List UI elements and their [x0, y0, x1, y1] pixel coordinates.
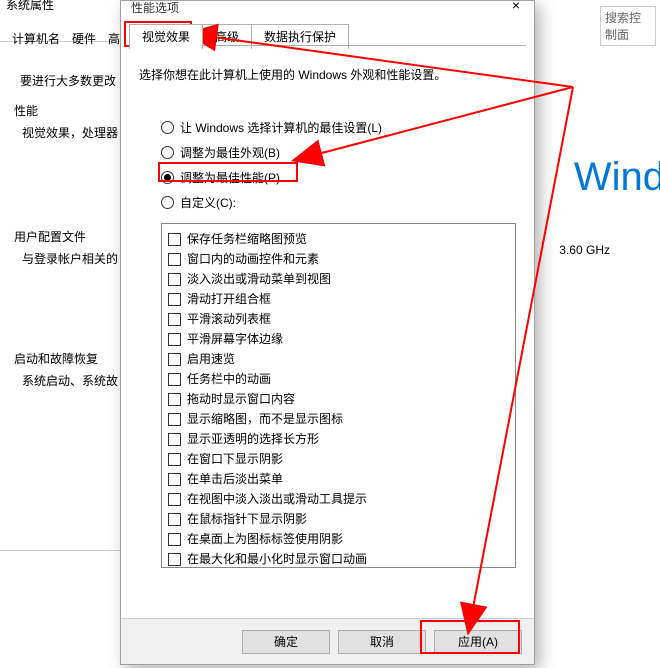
radio-group: 让 Windows 选择计算机的最佳设置(L) 调整为最佳外观(B) 调整为最佳性能… — [161, 111, 382, 219]
button-bar: 确定 取消 应用(A) — [121, 618, 534, 664]
radio-icon — [161, 171, 174, 184]
checkbox-row-10[interactable]: 显示亚透明的选择长方形 — [168, 430, 509, 448]
windows-brand-text: Wind — [574, 155, 660, 200]
checkbox-row-7[interactable]: 任务栏中的动画 — [168, 370, 509, 388]
search-input[interactable]: 搜索控制面 — [600, 6, 656, 46]
radio-icon — [161, 196, 174, 209]
close-icon[interactable]: × — [502, 0, 530, 17]
checkbox-icon — [168, 233, 181, 246]
checkbox-icon — [168, 493, 181, 506]
checkbox-label: 显示缩略图，而不是显示图标 — [187, 410, 343, 428]
bg-tab-hardware[interactable]: 硬件 — [72, 30, 96, 47]
bg-titlebar: 系统属性 — [6, 0, 54, 13]
radio-icon — [161, 146, 174, 159]
radio-icon — [161, 121, 174, 134]
checkbox-icon — [168, 253, 181, 266]
checkbox-label: 平滑滚动列表框 — [187, 310, 271, 328]
checkbox-row-8[interactable]: 拖动时显示窗口内容 — [168, 390, 509, 408]
divider — [0, 550, 120, 551]
checkbox-row-0[interactable]: 保存任务栏缩略图预览 — [168, 230, 509, 248]
checkbox-icon — [168, 313, 181, 326]
bg-user-sub: 与登录帐户相关的 — [22, 250, 118, 267]
checkbox-label: 在视图中淡入淡出或滑动工具提示 — [187, 490, 367, 508]
dialog-description: 选择你想在此计算机上使用的 Windows 外观和性能设置。 — [139, 66, 446, 83]
checkbox-label: 任务栏中的动画 — [187, 370, 271, 388]
checkbox-row-14[interactable]: 在鼠标指针下显示阴影 — [168, 510, 509, 528]
radio-option-0[interactable]: 让 Windows 选择计算机的最佳设置(L) — [161, 119, 382, 136]
checkbox-label: 拖动时显示窗口内容 — [187, 390, 295, 408]
bg-perf-sub: 视觉效果，处理器 — [22, 124, 118, 141]
checkbox-row-2[interactable]: 淡入淡出或滑动菜单到视图 — [168, 270, 509, 288]
radio-option-3[interactable]: 自定义(C): — [161, 194, 382, 211]
checkbox-row-9[interactable]: 显示缩略图，而不是显示图标 — [168, 410, 509, 428]
radio-label: 让 Windows 选择计算机的最佳设置(L) — [180, 119, 382, 136]
checkbox-row-3[interactable]: 滑动打开组合框 — [168, 290, 509, 308]
checkbox-label: 在桌面上为图标标签使用阴影 — [187, 530, 343, 548]
checkbox-label: 淡入淡出或滑动菜单到视图 — [187, 270, 331, 288]
checkbox-icon — [168, 353, 181, 366]
checkbox-row-16[interactable]: 在最大化和最小化时显示窗口动画 — [168, 550, 509, 568]
radio-label: 调整为最佳性能(P) — [180, 169, 280, 186]
checkbox-row-1[interactable]: 窗口内的动画控件和元素 — [168, 250, 509, 268]
checkbox-label: 在窗口下显示阴影 — [187, 450, 283, 468]
checkbox-icon — [168, 473, 181, 486]
checkbox-label: 启用速览 — [187, 350, 235, 368]
checkbox-icon — [168, 433, 181, 446]
checkbox-row-5[interactable]: 平滑屏幕字体边缘 — [168, 330, 509, 348]
checkbox-row-11[interactable]: 在窗口下显示阴影 — [168, 450, 509, 468]
checkbox-row-6[interactable]: 启用速览 — [168, 350, 509, 368]
bg-grp-perf: 性能 — [14, 102, 38, 119]
checkbox-icon — [168, 293, 181, 306]
checkbox-icon — [168, 533, 181, 546]
bg-boot-sub: 系统启动、系统故 — [22, 372, 118, 389]
bg-desc: 要进行大多数更改 — [20, 72, 116, 89]
checkbox-label: 滑动打开组合框 — [187, 290, 271, 308]
checkbox-icon — [168, 393, 181, 406]
checkbox-icon — [168, 333, 181, 346]
bg-tab-adv[interactable]: 高 — [108, 30, 120, 47]
radio-option-2[interactable]: 调整为最佳性能(P) — [161, 169, 382, 186]
checkbox-label: 在最大化和最小化时显示窗口动画 — [187, 550, 367, 568]
checkbox-label: 平滑屏幕字体边缘 — [187, 330, 283, 348]
checkbox-icon — [168, 373, 181, 386]
radio-label: 调整为最佳外观(B) — [180, 144, 280, 161]
checkbox-row-15[interactable]: 在桌面上为图标标签使用阴影 — [168, 530, 509, 548]
tab-visual-effects[interactable]: 视觉效果 — [129, 24, 203, 49]
bg-tab-computer[interactable]: 计算机名 — [12, 30, 60, 47]
checkbox-icon — [168, 513, 181, 526]
checkbox-icon — [168, 553, 181, 566]
checkbox-icon — [168, 413, 181, 426]
checkbox-row-12[interactable]: 在单击后淡出菜单 — [168, 470, 509, 488]
checkbox-label: 在鼠标指针下显示阴影 — [187, 510, 307, 528]
checkbox-label: 保存任务栏缩略图预览 — [187, 230, 307, 248]
checkbox-label: 窗口内的动画控件和元素 — [187, 250, 319, 268]
cpu-ghz: 3.60 GHz — [559, 243, 610, 257]
checkbox-row-13[interactable]: 在视图中淡入淡出或滑动工具提示 — [168, 490, 509, 508]
dialog-title: 性能选项 — [131, 0, 179, 16]
effects-listbox[interactable]: 保存任务栏缩略图预览窗口内的动画控件和元素淡入淡出或滑动菜单到视图滑动打开组合框… — [161, 223, 516, 568]
ok-button[interactable]: 确定 — [242, 630, 330, 654]
checkbox-label: 在单击后淡出菜单 — [187, 470, 283, 488]
checkbox-label: 显示亚透明的选择长方形 — [187, 430, 319, 448]
apply-button[interactable]: 应用(A) — [434, 630, 522, 654]
cancel-button[interactable]: 取消 — [338, 630, 426, 654]
checkbox-icon — [168, 273, 181, 286]
bg-grp-user: 用户配置文件 — [14, 228, 86, 245]
performance-options-dialog: 性能选项 × 视觉效果 高级 数据执行保护 选择你想在此计算机上使用的 Wind… — [120, 0, 535, 665]
radio-label: 自定义(C): — [180, 194, 236, 211]
radio-option-1[interactable]: 调整为最佳外观(B) — [161, 144, 382, 161]
checkbox-icon — [168, 453, 181, 466]
bg-grp-boot: 启动和故障恢复 — [14, 350, 98, 367]
checkbox-row-4[interactable]: 平滑滚动列表框 — [168, 310, 509, 328]
